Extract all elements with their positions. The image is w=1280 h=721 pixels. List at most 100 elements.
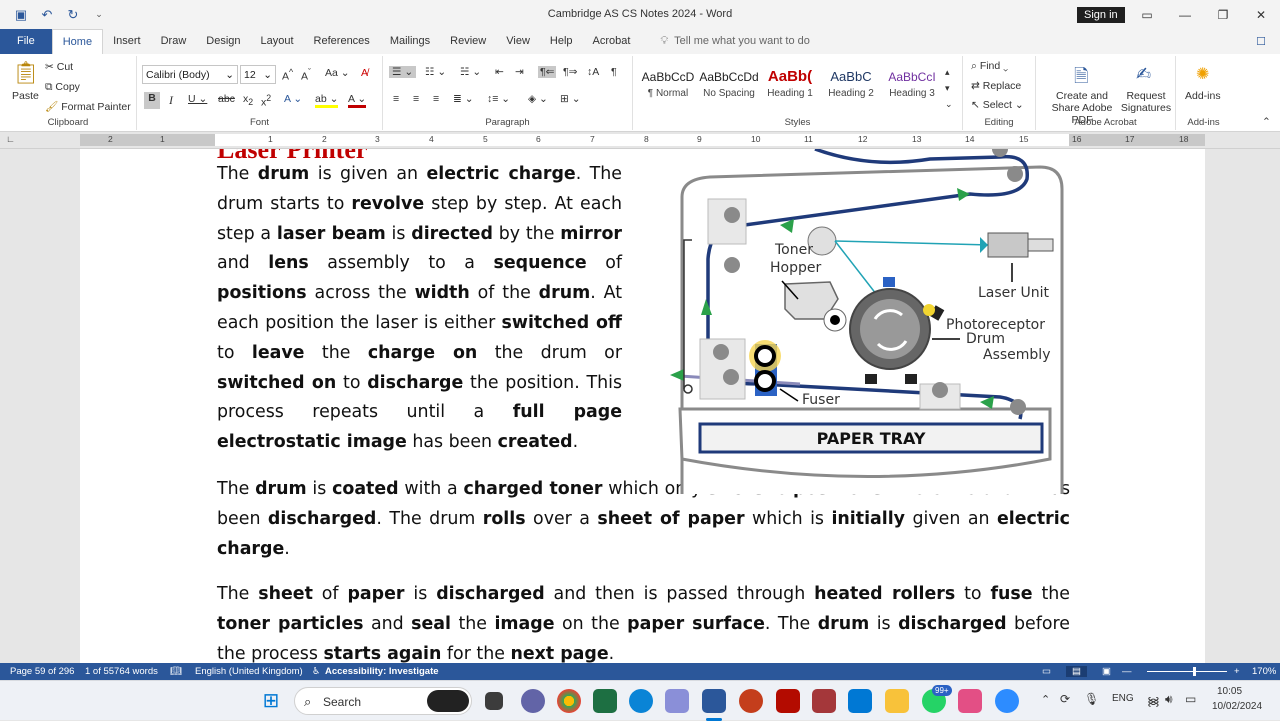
zoom-in-icon[interactable]: + (1234, 666, 1240, 677)
strikethrough-button[interactable]: abc (218, 93, 235, 105)
web-layout-icon[interactable]: ▣ (1102, 666, 1111, 677)
clear-formatting-icon[interactable]: A̸ (361, 67, 368, 79)
file-explorer-icon[interactable] (885, 689, 909, 713)
start-icon[interactable]: ⊞ (259, 689, 283, 713)
styles-scroll-icon[interactable]: ▴ ▾ ⌄ (945, 64, 953, 112)
collapse-ribbon-icon[interactable]: ⌃ (1262, 116, 1271, 128)
paragraph-3[interactable]: The sheet of paper is discharged and the… (217, 580, 1070, 663)
align-center-icon[interactable]: ≡ (413, 93, 419, 105)
tray-chevron-icon[interactable]: ⌃ (1041, 693, 1050, 706)
language-indicator-taskbar[interactable]: ENG (1112, 693, 1134, 704)
copy-button[interactable]: ⧉ Copy (45, 81, 80, 94)
redo-icon[interactable]: ↻ (62, 7, 84, 23)
tab-help[interactable]: Help (540, 29, 583, 54)
acrobat-icon[interactable] (776, 689, 800, 713)
shrink-font-icon[interactable]: Aˇ (301, 67, 311, 83)
font-color-icon[interactable]: A ⌄ (348, 93, 367, 108)
paragraph-1[interactable]: The drum is given an electric charge. Th… (217, 160, 622, 458)
shading-icon[interactable]: ◈ ⌄ (528, 93, 548, 105)
replace-button[interactable]: ⇄ Replace (971, 80, 1021, 92)
sort-icon[interactable]: ↕A (587, 66, 599, 78)
style-normal[interactable]: AaBbCcD ¶ Normal (638, 66, 698, 99)
decrease-indent-icon[interactable]: ⇤ (495, 66, 504, 78)
tab-file[interactable]: File (0, 29, 52, 54)
tab-home[interactable]: Home (51, 29, 104, 54)
format-painter-button[interactable]: 🖌︎ Format Painter (45, 100, 131, 113)
tab-design[interactable]: Design (196, 29, 250, 54)
excel-icon[interactable] (593, 689, 617, 713)
request-signatures-button[interactable]: Request Signatures (1120, 90, 1172, 114)
numbering-icon[interactable]: ☷ ⌄ (425, 66, 446, 78)
underline-button[interactable]: U ⌄ (188, 93, 207, 105)
style-no-spacing[interactable]: AaBbCcDd No Spacing (699, 66, 759, 99)
addins-button[interactable]: Add-ins (1185, 90, 1221, 102)
zoom-app-icon[interactable] (995, 689, 1019, 713)
maximize-icon[interactable]: ❐ (1204, 0, 1242, 29)
highlight-icon[interactable]: ab ⌄ (315, 93, 339, 108)
edge-icon[interactable] (629, 689, 653, 713)
tab-references[interactable]: References (304, 29, 380, 54)
tab-view[interactable]: View (496, 29, 540, 54)
task-view-icon[interactable] (485, 692, 503, 710)
sign-in-button[interactable]: Sign in (1077, 7, 1125, 23)
select-button[interactable]: ↖ Select ⌄ (971, 99, 1024, 111)
laser-printer-diagram[interactable]: PAPER TRAY Toner Hopper Laser Unit Photor… (670, 149, 1080, 494)
grow-font-icon[interactable]: A^ (282, 67, 293, 83)
align-left-icon[interactable]: ≡ (393, 93, 399, 105)
italic-button[interactable]: I (169, 93, 173, 108)
increase-indent-icon[interactable]: ⇥ (515, 66, 524, 78)
cut-button[interactable]: ✂ Cut (45, 61, 73, 73)
customize-qat-icon[interactable]: ⌄ (88, 9, 110, 20)
page-count[interactable]: Page 59 of 296 (10, 666, 74, 677)
battery-icon[interactable]: ▭ (1185, 692, 1196, 706)
tell-me-box[interactable]: 💡︎ Tell me what you want to do (640, 29, 819, 54)
tab-review[interactable]: Review (440, 29, 496, 54)
microphone-icon[interactable]: 🎙︎ (1084, 692, 1099, 706)
clock-date[interactable]: 10/02/2024 (1212, 701, 1262, 712)
multilevel-list-icon[interactable]: ☵ ⌄ (460, 66, 481, 78)
change-case-icon[interactable]: Aa ⌄ (325, 67, 350, 79)
language-indicator[interactable]: English (United Kingdom) (195, 666, 303, 677)
undo-icon[interactable]: ↶ (36, 7, 58, 23)
clock-time[interactable]: 10:05 (1217, 686, 1242, 697)
style-heading-1[interactable]: AaBb( Heading 1 (760, 66, 820, 99)
ribbon-display-icon[interactable]: ▭ (1128, 0, 1166, 29)
app-icon[interactable] (665, 689, 689, 713)
text-effects-icon[interactable]: A ⌄ (284, 93, 302, 105)
teams-icon[interactable] (521, 689, 545, 713)
comments-icon[interactable]: ☐ (1256, 35, 1280, 54)
snipping-icon[interactable] (958, 689, 982, 713)
tab-mailings[interactable]: Mailings (380, 29, 440, 54)
print-layout-icon[interactable]: ▤ (1066, 666, 1087, 677)
tab-draw[interactable]: Draw (151, 29, 197, 54)
align-right-icon[interactable]: ≡ (433, 93, 439, 105)
document-page[interactable]: Laser Printer The drum is given an elect… (80, 149, 1205, 663)
style-heading-3[interactable]: AaBbCcI Heading 3 (882, 66, 942, 99)
zoom-out-icon[interactable]: — (1122, 666, 1132, 677)
wifi-icon[interactable]: ᯼ (1147, 692, 1160, 709)
zoom-level[interactable]: 170% (1252, 666, 1276, 677)
powerpoint-icon[interactable] (739, 689, 763, 713)
store-icon[interactable] (848, 689, 872, 713)
read-mode-icon[interactable]: ▭ (1042, 666, 1051, 677)
word-icon[interactable] (702, 689, 726, 713)
minimize-icon[interactable]: — (1166, 0, 1204, 29)
tab-acrobat[interactable]: Acrobat (583, 29, 641, 54)
sync-icon[interactable]: ⟳ (1060, 692, 1070, 706)
paste-icon[interactable]: 📋︎ (12, 60, 40, 86)
accessibility-status[interactable]: Accessibility: Investigate (325, 666, 439, 677)
style-heading-2[interactable]: AaBbC Heading 2 (821, 66, 881, 99)
search-box[interactable]: ⌕ Search (294, 687, 472, 715)
access-icon[interactable] (812, 689, 836, 713)
proofing-icon[interactable]: 📖︎ (170, 666, 182, 677)
superscript-button[interactable]: x2 (261, 93, 271, 109)
borders-icon[interactable]: ⊞ ⌄ (560, 93, 581, 105)
zoom-slider-thumb[interactable] (1193, 667, 1196, 676)
rtl-icon[interactable]: ¶⇒ (563, 66, 577, 78)
subscript-button[interactable]: x2 (243, 93, 253, 107)
chrome-icon[interactable] (557, 689, 581, 713)
word-count[interactable]: 1 of 55764 words (85, 666, 158, 677)
bold-button[interactable]: B (144, 92, 160, 109)
justify-icon[interactable]: ≣ ⌄ (453, 93, 474, 105)
document-area[interactable]: Laser Printer The drum is given an elect… (0, 149, 1280, 663)
